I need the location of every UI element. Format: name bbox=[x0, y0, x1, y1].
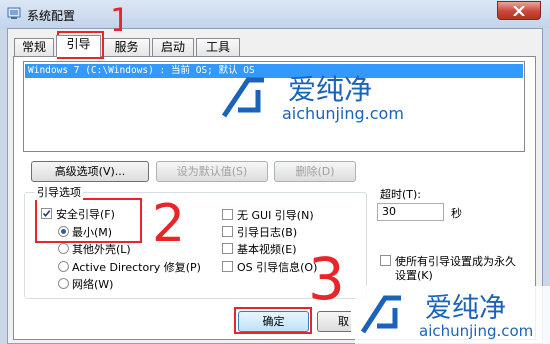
boot-log-checkbox[interactable] bbox=[222, 226, 233, 237]
tab-general[interactable]: 常规 bbox=[14, 38, 54, 56]
title-bar: 系统配置 bbox=[0, 0, 550, 28]
tab-boot[interactable]: 引导 bbox=[56, 35, 101, 57]
timeout-input[interactable]: 30 bbox=[377, 203, 444, 221]
make-permanent-label-line2: 设置(K) bbox=[395, 269, 433, 282]
alternate-shell-label: 其他外壳(L) bbox=[72, 243, 131, 256]
watermark-bottom: 爱纯净 aichunjing.com bbox=[355, 286, 550, 344]
active-directory-label: Active Directory 修复(P) bbox=[72, 261, 201, 274]
annotation-number-1: 1 bbox=[110, 3, 122, 35]
watermark-brand: 爱纯净 bbox=[425, 293, 506, 324]
close-button[interactable] bbox=[497, 1, 541, 20]
watermark-url: aichunjing.com bbox=[419, 322, 534, 340]
advanced-options-button[interactable]: 高级选项(V)... bbox=[31, 161, 149, 182]
window-title: 系统配置 bbox=[27, 9, 76, 23]
svg-text:3: 3 bbox=[308, 247, 345, 305]
tab-services[interactable]: 服务 bbox=[103, 38, 150, 56]
tab-startup[interactable]: 启动 bbox=[152, 38, 194, 56]
base-video-label: 基本视频(E) bbox=[237, 243, 297, 256]
annotation-box-ok-button bbox=[234, 307, 312, 334]
active-directory-radio[interactable] bbox=[58, 261, 69, 272]
no-gui-boot-checkbox[interactable] bbox=[222, 209, 233, 220]
watermark-url: aichunjing.com bbox=[282, 104, 404, 123]
network-label: 网络(W) bbox=[72, 278, 114, 291]
cancel-button[interactable]: 取 bbox=[317, 311, 351, 332]
network-radio[interactable] bbox=[58, 278, 69, 289]
svg-text:1: 1 bbox=[110, 3, 122, 35]
base-video-checkbox[interactable] bbox=[222, 243, 233, 254]
boot-options-group-label: 引导选项 bbox=[35, 184, 83, 200]
watermark-logo-icon bbox=[221, 77, 264, 118]
make-permanent-checkbox[interactable] bbox=[380, 255, 391, 266]
close-icon bbox=[513, 6, 525, 16]
tab-tools[interactable]: 工具 bbox=[196, 38, 240, 56]
svg-text:2: 2 bbox=[152, 195, 185, 247]
timeout-label: 超时(T): bbox=[380, 188, 422, 201]
annotation-box-safe-boot bbox=[35, 198, 142, 243]
watermark-logo-icon bbox=[360, 295, 401, 334]
boot-log-label: 引导日志(B) bbox=[237, 226, 298, 239]
alternate-shell-radio[interactable] bbox=[58, 243, 69, 254]
system-config-icon bbox=[7, 7, 21, 19]
timeout-unit-label: 秒 bbox=[451, 207, 462, 220]
set-default-button[interactable]: 设为默认值(S) bbox=[156, 161, 268, 182]
watermark-top: 爱纯净 aichunjing.com bbox=[218, 68, 418, 128]
watermark-brand: 爱纯净 bbox=[288, 73, 373, 106]
delete-button[interactable]: 删除(D) bbox=[274, 161, 356, 182]
no-gui-boot-label: 无 GUI 引导(N) bbox=[237, 209, 314, 222]
annotation-number-3: 3 bbox=[308, 247, 345, 305]
annotation-number-2: 2 bbox=[152, 195, 185, 247]
os-boot-info-checkbox[interactable] bbox=[222, 261, 233, 272]
